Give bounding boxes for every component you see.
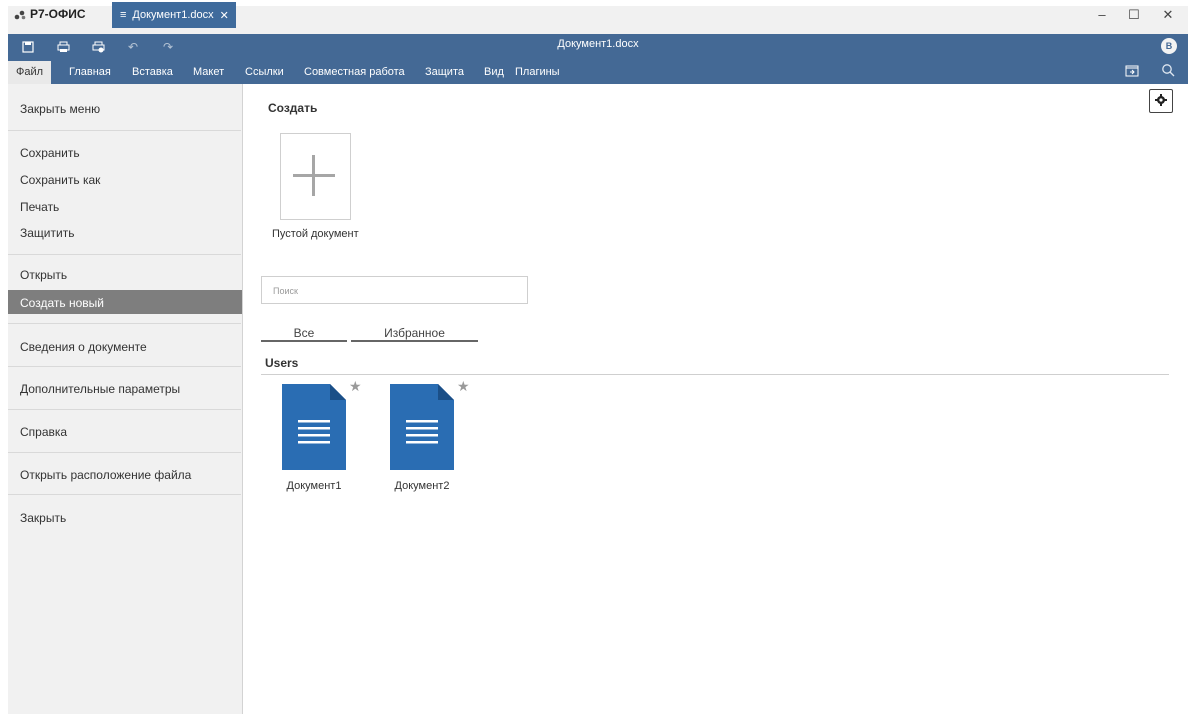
open-item[interactable]: Открыть bbox=[20, 268, 67, 282]
close-menu-item[interactable]: Закрыть меню bbox=[20, 102, 100, 116]
help-item[interactable]: Справка bbox=[20, 425, 67, 439]
menu-view[interactable]: Вид bbox=[480, 64, 508, 80]
tab-menu-icon: ≡ bbox=[120, 9, 127, 21]
search-icon[interactable] bbox=[1161, 63, 1175, 82]
favorite-star-icon[interactable]: ★ bbox=[349, 378, 362, 395]
file-name[interactable]: Документ1 bbox=[269, 480, 359, 492]
users-section-title: Users bbox=[265, 356, 299, 370]
advanced-settings-item[interactable]: Дополнительные параметры bbox=[20, 382, 180, 396]
create-new-item[interactable]: Создать новый bbox=[20, 296, 104, 310]
file-name[interactable]: Документ2 bbox=[377, 480, 467, 492]
plus-icon-vertical bbox=[312, 155, 315, 196]
divider bbox=[8, 254, 241, 255]
minimize-icon[interactable]: – bbox=[1092, 7, 1112, 22]
gear-icon bbox=[1155, 93, 1167, 109]
main-menu-bar bbox=[8, 60, 1188, 84]
save-item[interactable]: Сохранить bbox=[20, 146, 80, 160]
divider bbox=[8, 366, 241, 367]
close-item[interactable]: Закрыть bbox=[20, 511, 66, 525]
blank-document-label: Пустой документ bbox=[272, 228, 359, 240]
menu-protection[interactable]: Защита bbox=[421, 64, 468, 80]
divider bbox=[8, 130, 241, 131]
divider bbox=[8, 323, 241, 324]
section-divider bbox=[261, 374, 1169, 375]
doc-info-item[interactable]: Сведения о документе bbox=[20, 340, 147, 354]
divider bbox=[8, 494, 241, 495]
print-item[interactable]: Печать bbox=[20, 200, 59, 214]
document-file-icon[interactable] bbox=[390, 384, 454, 470]
maximize-icon[interactable]: ☐ bbox=[1124, 7, 1144, 23]
menu-layout[interactable]: Макет bbox=[189, 64, 228, 80]
create-section-title: Создать bbox=[268, 101, 318, 115]
menu-plugins[interactable]: Плагины bbox=[511, 64, 564, 80]
brand-logo-icon bbox=[14, 9, 26, 20]
document-title: Документ1.docx bbox=[557, 38, 639, 50]
document-tab[interactable]: ≡ Документ1.docx ✕ bbox=[112, 2, 236, 28]
tab-close-icon[interactable]: ✕ bbox=[220, 9, 229, 22]
save-as-item[interactable]: Сохранить как bbox=[20, 173, 100, 187]
document-file-icon[interactable] bbox=[282, 384, 346, 470]
window-close-icon[interactable]: ✕ bbox=[1158, 7, 1178, 23]
tab-all[interactable]: Все bbox=[261, 326, 347, 340]
menu-file[interactable]: Файл bbox=[8, 61, 52, 84]
tab-favorites[interactable]: Избранное bbox=[351, 326, 478, 340]
divider bbox=[8, 452, 241, 453]
tab-title: Документ1.docx bbox=[132, 9, 214, 21]
protect-item[interactable]: Защитить bbox=[20, 226, 74, 240]
brand-name: Р7-ОФИС bbox=[30, 7, 86, 21]
open-location-item[interactable]: Открыть расположение файла bbox=[20, 468, 191, 482]
user-avatar[interactable]: В bbox=[1161, 38, 1177, 54]
settings-button[interactable] bbox=[1149, 89, 1173, 113]
tab-all-underline bbox=[261, 340, 347, 342]
open-location-icon[interactable] bbox=[1125, 64, 1139, 82]
menu-home[interactable]: Главная bbox=[65, 64, 115, 80]
search-input[interactable]: Поиск bbox=[261, 276, 528, 304]
app-brand: Р7-ОФИС bbox=[14, 7, 86, 21]
menu-references[interactable]: Ссылки bbox=[241, 64, 288, 80]
tab-favorites-underline bbox=[351, 340, 478, 342]
menu-collaboration[interactable]: Совместная работа bbox=[300, 64, 409, 80]
menu-insert[interactable]: Вставка bbox=[128, 64, 177, 80]
favorite-star-icon[interactable]: ★ bbox=[457, 378, 470, 395]
divider bbox=[8, 409, 241, 410]
